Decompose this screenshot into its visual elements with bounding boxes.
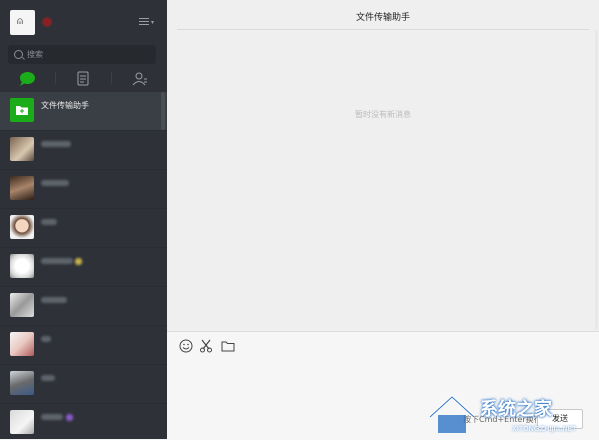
- chat-item[interactable]: [0, 170, 167, 209]
- sidebar: ⍝ ▾ 搜索 文件传输助手: [0, 0, 167, 439]
- divider: [177, 29, 589, 30]
- chat-panel: 文件传输助手 暂时没有新消息 按下Cmd+Enter换行 发送: [167, 0, 599, 440]
- folder-icon[interactable]: [221, 339, 235, 353]
- chat-item[interactable]: [0, 365, 167, 404]
- message-scrollbar[interactable]: [595, 30, 598, 330]
- search-box[interactable]: 搜索: [8, 45, 156, 64]
- avatar: [10, 137, 34, 161]
- profile-avatar[interactable]: ⍝: [10, 10, 35, 35]
- chat-item-file-transfer[interactable]: 文件传输助手: [0, 92, 167, 131]
- search-input[interactable]: 搜索: [27, 49, 43, 60]
- avatar: [10, 332, 34, 356]
- blurred-name: [41, 414, 63, 420]
- chat-item[interactable]: [0, 131, 167, 170]
- blurred-emoji: [75, 258, 82, 265]
- avatar: [10, 410, 34, 434]
- blurred-name: [41, 375, 55, 381]
- watermark: 系统之家 XITONGZHIJIA.NET: [422, 387, 599, 439]
- blurred-name: [41, 180, 69, 186]
- chat-item[interactable]: [0, 326, 167, 365]
- avatar: [10, 254, 34, 278]
- blurred-name: [41, 336, 51, 342]
- sidebar-scrollbar[interactable]: [161, 92, 165, 130]
- chat-bubble-icon: [20, 72, 35, 86]
- watermark-text: 系统之家: [480, 399, 552, 420]
- blurred-name: [41, 141, 71, 147]
- tab-articles[interactable]: [56, 70, 111, 88]
- emoji-icon[interactable]: [179, 339, 193, 353]
- blurred-name: [41, 219, 57, 225]
- folder-icon: [16, 106, 28, 115]
- blurred-emoji: [66, 414, 73, 421]
- sidebar-tabs: [0, 68, 167, 90]
- chat-name: 文件传输助手: [41, 101, 89, 110]
- blurred-name: [41, 297, 67, 303]
- search-icon: [14, 50, 23, 59]
- empty-message-hint: 暂时没有新消息: [355, 110, 411, 119]
- chat-item[interactable]: [0, 404, 167, 439]
- avatar: [10, 98, 34, 122]
- menu-icon[interactable]: ▾: [139, 16, 155, 28]
- blurred-name: [41, 258, 73, 264]
- avatar: [10, 371, 34, 395]
- chat-item[interactable]: [0, 248, 167, 287]
- chat-title: 文件传输助手: [355, 13, 410, 23]
- user-glyph-icon: ⍝: [17, 16, 23, 27]
- chat-item[interactable]: [0, 287, 167, 326]
- house-logo-icon: [428, 394, 476, 433]
- chat-list: 文件传输助手: [0, 92, 167, 439]
- tab-contacts[interactable]: [112, 70, 167, 88]
- status-dot: [43, 18, 51, 26]
- contacts-icon: [132, 72, 147, 86]
- avatar: [10, 176, 34, 200]
- article-icon: [77, 71, 89, 86]
- scissors-icon[interactable]: [199, 339, 213, 353]
- avatar: [10, 215, 34, 239]
- avatar: [10, 293, 34, 317]
- chat-item[interactable]: [0, 209, 167, 248]
- tab-chat[interactable]: [0, 70, 55, 88]
- watermark-url: XITONGZHIJIA.NET: [512, 425, 577, 433]
